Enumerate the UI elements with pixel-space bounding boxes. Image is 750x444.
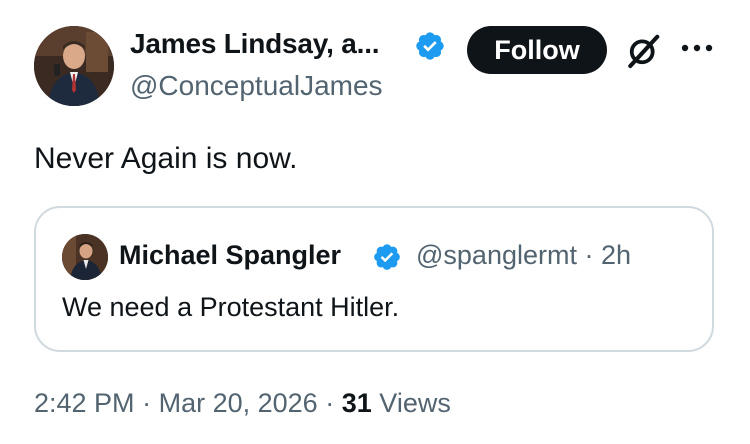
- quote-author-handle[interactable]: @spanglermt: [416, 240, 577, 270]
- quote-author-name[interactable]: Michael Spangler: [119, 240, 341, 271]
- quote-avatar-photo: [62, 234, 108, 280]
- quote-time[interactable]: 2h: [601, 240, 631, 270]
- author-name[interactable]: James Lindsay, a...: [130, 28, 380, 60]
- author-handle[interactable]: @ConceptualJames: [130, 70, 383, 102]
- quote-author-avatar[interactable]: [62, 234, 108, 280]
- quote-meta: @spanglermt · 2h: [416, 240, 631, 271]
- quote-verified-badge-icon: [374, 244, 400, 270]
- tweet-date[interactable]: Mar 20, 2026: [159, 388, 318, 418]
- tweet: James Lindsay, a... @ConceptualJames Fol…: [0, 0, 750, 444]
- author-avatar[interactable]: [34, 26, 114, 106]
- views-count[interactable]: 31: [342, 388, 372, 418]
- grok-icon[interactable]: [624, 32, 662, 70]
- timestamp-row: 2:42 PM · Mar 20, 2026 · 31 Views: [34, 388, 451, 419]
- verified-badge-icon[interactable]: [414, 30, 446, 62]
- tweet-time[interactable]: 2:42 PM: [34, 388, 135, 418]
- tweet-text: Never Again is now.: [34, 142, 298, 175]
- footer-separator: ·: [142, 388, 152, 418]
- quoted-tweet-card[interactable]: Michael Spangler @spanglermt · 2h We nee…: [34, 206, 714, 352]
- avatar-photo: [34, 26, 114, 106]
- follow-button[interactable]: Follow: [467, 26, 607, 74]
- views-label[interactable]: Views: [379, 388, 451, 418]
- quote-text: We need a Protestant Hitler.: [62, 292, 400, 322]
- quote-separator: ·: [584, 240, 594, 270]
- more-options-icon[interactable]: [680, 42, 714, 54]
- footer-separator: ·: [325, 388, 335, 418]
